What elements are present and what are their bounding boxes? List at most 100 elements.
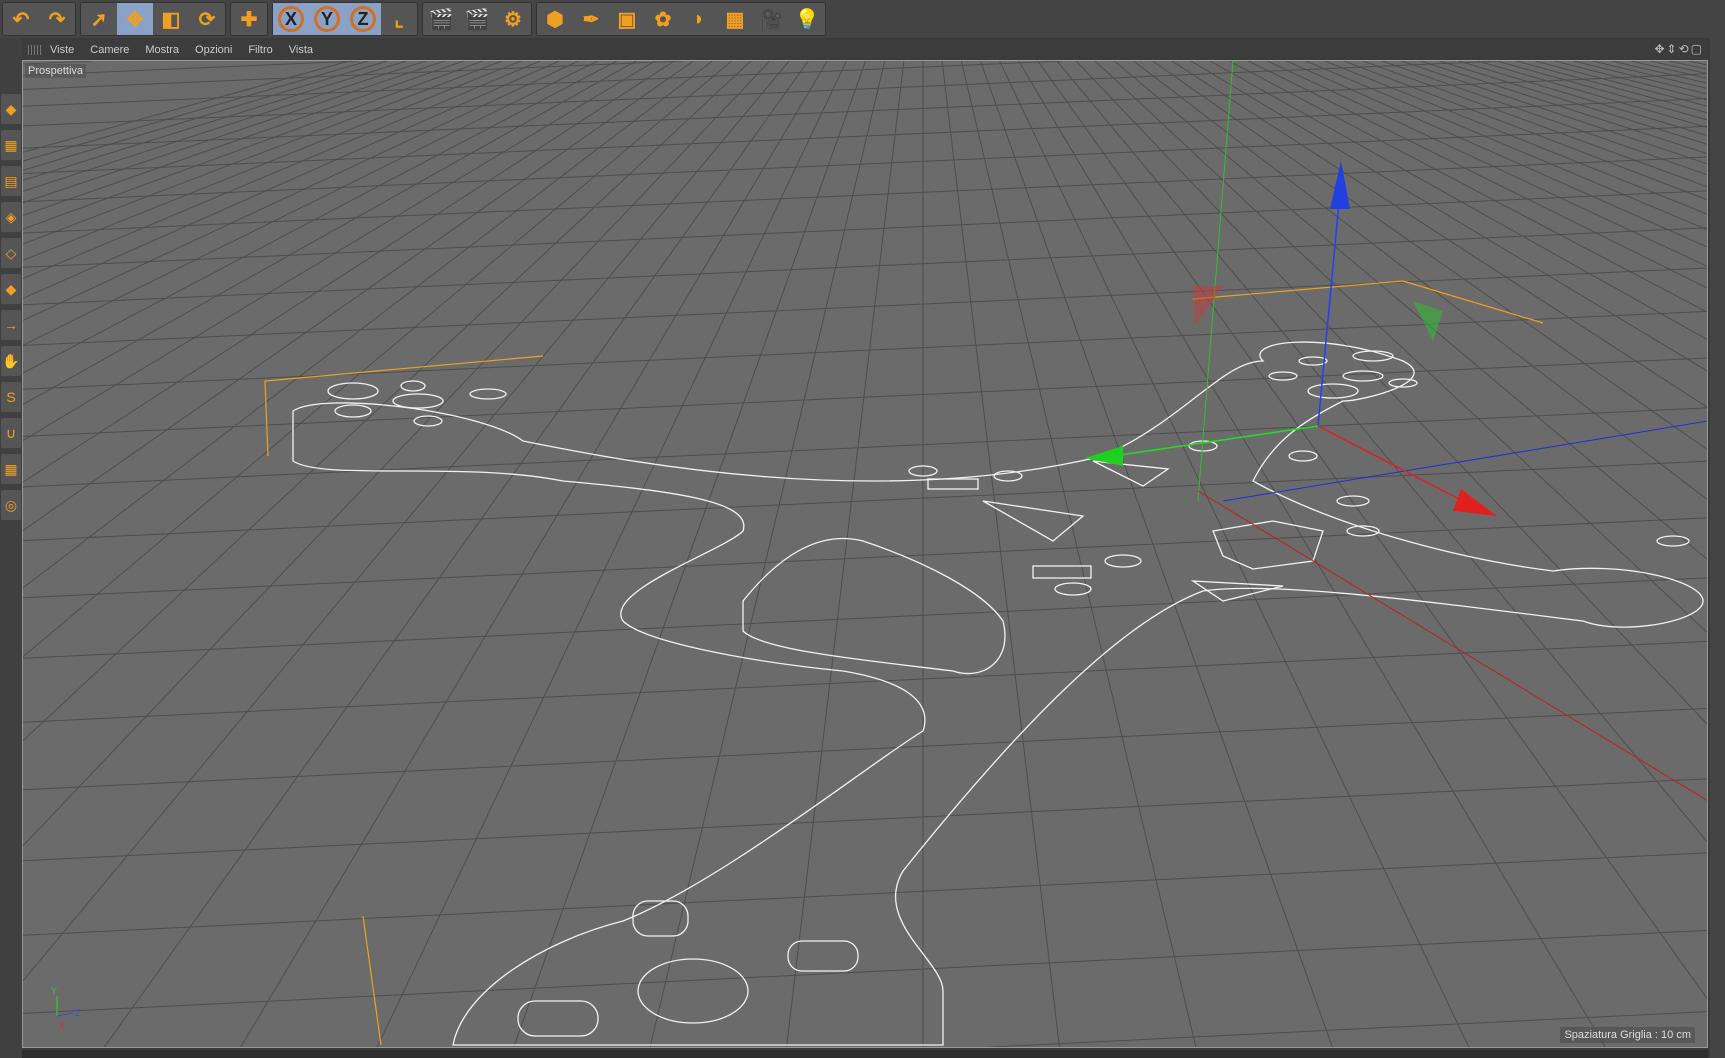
cube-icon: ⬢ [546, 8, 564, 31]
z-arrow-icon [1330, 161, 1350, 209]
menu-filtro[interactable]: Filtro [240, 44, 280, 56]
scale-icon: ◧ [161, 8, 181, 31]
grid-line [1420, 61, 1707, 155]
rotate-button[interactable]: ⟳ [189, 3, 225, 35]
floor-icon: ▦ [725, 8, 745, 31]
viewport-navigation-icons[interactable]: ✥⇕⟲▢ [1654, 42, 1704, 56]
texture-mode-icon[interactable]: ▦ [1, 130, 21, 160]
grip-icon[interactable] [28, 45, 42, 55]
menu-vista[interactable]: Vista [281, 44, 321, 56]
camera-button[interactable]: 🎥 [753, 3, 789, 35]
edges-mode-icon[interactable]: ◇ [1, 238, 21, 268]
tweak-mode-icon[interactable]: ✋ [1, 346, 21, 376]
toolbar-group: 🎬 🎬 ⚙ [422, 2, 532, 36]
undo-icon: ↶ [12, 8, 30, 31]
deformer-button[interactable]: ◗ [681, 3, 717, 35]
move-icon: ✥ [126, 8, 144, 31]
grid-line [1401, 61, 1707, 165]
grid-line [23, 61, 713, 589]
grid-line [1094, 61, 1707, 634]
select-arrow-button[interactable]: ➚ [81, 3, 117, 35]
grid-line [23, 61, 407, 181]
main-toolbar: ↶ ↷ ➚ ✥ ◧ ⟳ ✚ X Y Z ⌞ 🎬 🎬 ⚙ ⬢ ✒ ▣ ✿ ◗ ▦ 🎥 💡 [0, 0, 1725, 38]
coordinate-system-button[interactable]: ⌞ [381, 3, 417, 35]
grid-spacing-readout: Spaziatura Griglia : 10 cm [1560, 1027, 1695, 1043]
grid-line [1286, 61, 1707, 248]
array-icon: ✿ [654, 8, 672, 31]
grid-line [1382, 61, 1707, 176]
grid-line [513, 61, 867, 1047]
pen-button[interactable]: ✒ [573, 3, 609, 35]
grid-line [23, 156, 1707, 234]
render-picture-viewer-button[interactable]: 🎬 [459, 3, 495, 35]
grid-line [23, 778, 1707, 862]
grid-line [999, 61, 1470, 1047]
x-axis-button[interactable]: X [273, 3, 309, 35]
lock-workplane-icon[interactable]: ▦ [1, 454, 21, 484]
floor-button[interactable]: ▦ [717, 3, 753, 35]
grid-line [23, 61, 732, 658]
menu-viste[interactable]: Viste [42, 44, 82, 56]
deformer-icon: ◗ [692, 7, 706, 30]
polygons-mode-icon[interactable]: ◆ [1, 274, 21, 304]
grid-line [23, 61, 598, 346]
subdivision-button[interactable]: ▣ [609, 3, 645, 35]
magnet-icon[interactable]: ∪ [1, 418, 21, 448]
redo-icon: ↷ [48, 8, 66, 31]
render-picture-viewer-icon: 🎬 [464, 8, 490, 31]
camera-icon: 🎥 [758, 8, 784, 31]
grid-line [1171, 61, 1707, 408]
right-panel-edge [1710, 0, 1725, 1058]
undo-button[interactable]: ↶ [3, 3, 39, 35]
cube-button[interactable]: ⬢ [537, 3, 573, 35]
light-button[interactable]: 💡 [789, 3, 825, 35]
add-button[interactable]: ✚ [231, 3, 267, 35]
toolbar-group: ↶ ↷ [2, 2, 76, 36]
ik-icon[interactable]: ◎ [1, 490, 21, 520]
grid-line [786, 61, 905, 1047]
menu-camere[interactable]: Camere [82, 44, 137, 56]
grid-line [23, 61, 752, 742]
x-axis-icon: X [278, 6, 304, 32]
grid-line [1228, 61, 1707, 313]
snap-icon[interactable]: S [1, 382, 21, 412]
menu-opzioni[interactable]: Opzioni [187, 44, 240, 56]
toolbar-group: ✚ [230, 2, 268, 36]
world-z-axis-line [1222, 420, 1707, 502]
z-axis-button[interactable]: Z [345, 3, 381, 35]
z-axis-icon: Z [350, 6, 376, 32]
axis-mode-icon[interactable]: → [1, 310, 21, 340]
axis-y-label: Y [51, 986, 57, 996]
render-settings-button[interactable]: ⚙ [495, 3, 531, 35]
render-view-button[interactable]: 🎬 [423, 3, 459, 35]
model-mode-icon[interactable]: ◆ [1, 94, 21, 124]
subdivision-icon: ▣ [617, 8, 637, 31]
select-arrow-icon: ➚ [90, 8, 108, 31]
redo-button[interactable]: ↷ [39, 3, 75, 35]
grid-line [1688, 61, 1707, 66]
world-x-axis-line [1197, 490, 1707, 801]
grid-line [649, 61, 886, 1047]
render-settings-icon: ⚙ [504, 8, 522, 31]
grid-line [23, 707, 1707, 791]
grid-line [1075, 61, 1707, 725]
grid-line [23, 517, 1707, 599]
viewport-camera-label[interactable]: Prospettiva [25, 64, 87, 78]
grid-line [23, 61, 790, 982]
3d-viewport[interactable]: Y Z X Prospettiva Spaziatura Griglia : 1… [22, 60, 1708, 1048]
world-axes [1197, 61, 1707, 801]
timeline-strip[interactable] [22, 1050, 1708, 1058]
points-mode-icon[interactable]: ◈ [1, 202, 21, 232]
scale-button[interactable]: ◧ [153, 3, 189, 35]
grid-line [23, 61, 771, 847]
floor-grid [23, 61, 1707, 1047]
grid-line [23, 61, 618, 374]
light-icon: 💡 [794, 8, 820, 31]
move-button[interactable]: ✥ [117, 3, 153, 35]
workplane-mode-icon[interactable]: ▤ [1, 166, 21, 196]
y-axis-button[interactable]: Y [309, 3, 345, 35]
grid-line [1458, 61, 1707, 137]
menu-mostra[interactable]: Mostra [137, 44, 187, 56]
array-button[interactable]: ✿ [645, 3, 681, 35]
x-arrow-icon [1453, 489, 1497, 516]
